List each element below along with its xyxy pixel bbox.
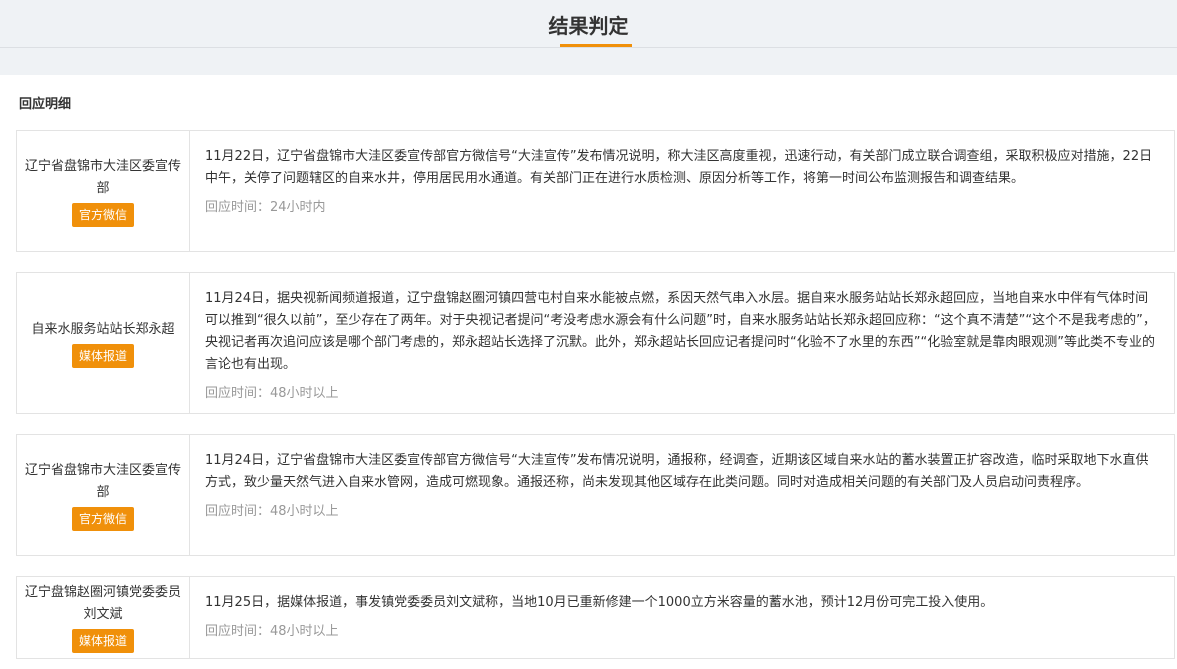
channel-badge: 官方微信 [71, 202, 134, 227]
response-source: 自来水服务站站长郑永超 媒体报道 [17, 273, 190, 413]
section-title: 回应明细 [19, 97, 72, 112]
source-name: 辽宁省盘锦市大洼区委宣传部 [24, 158, 181, 196]
response-body: 11月22日，辽宁省盘锦市大洼区委宣传部官方微信号“大洼宣传”发布情况说明，称大… [190, 131, 1174, 251]
response-card: 自来水服务站站长郑永超 媒体报道 11月24日，据央视新闻频道报道，辽宁盘锦赵圈… [16, 272, 1175, 414]
response-source: 辽宁盘锦赵圈河镇党委委员刘文斌 媒体报道 [17, 577, 190, 658]
page-header: 结果判定 [0, 0, 1177, 75]
channel-badge: 媒体报道 [71, 629, 134, 653]
response-card: 辽宁盘锦赵圈河镇党委委员刘文斌 媒体报道 11月25日，据媒体报道，事发镇党委委… [16, 576, 1175, 659]
response-time: 回应时间：24小时内 [205, 200, 326, 215]
response-content: 11月25日，据媒体报道，事发镇党委委员刘文斌称，当地10月已重新修建一个100… [205, 595, 994, 610]
response-body: 11月24日，据央视新闻频道报道，辽宁盘锦赵圈河镇四营屯村自来水能被点燃，系因天… [190, 273, 1174, 413]
response-body: 11月24日，辽宁省盘锦市大洼区委宣传部官方微信号“大洼宣传”发布情况说明，通报… [190, 435, 1174, 555]
response-card: 辽宁省盘锦市大洼区委宣传部 官方微信 11月22日，辽宁省盘锦市大洼区委宣传部官… [16, 130, 1175, 252]
response-source: 辽宁省盘锦市大洼区委宣传部 官方微信 [17, 131, 190, 251]
response-source: 辽宁省盘锦市大洼区委宣传部 官方微信 [17, 435, 190, 555]
response-content: 11月22日，辽宁省盘锦市大洼区委宣传部官方微信号“大洼宣传”发布情况说明，称大… [205, 149, 1153, 186]
response-time: 回应时间：48小时以上 [205, 624, 339, 639]
response-time: 回应时间：48小时以上 [205, 504, 339, 519]
source-name: 辽宁盘锦赵圈河镇党委委员刘文斌 [24, 585, 181, 622]
channel-badge: 官方微信 [71, 506, 134, 531]
response-body: 11月25日，据媒体报道，事发镇党委委员刘文斌称，当地10月已重新修建一个100… [190, 577, 1174, 658]
response-card: 辽宁省盘锦市大洼区委宣传部 官方微信 11月24日，辽宁省盘锦市大洼区委宣传部官… [16, 434, 1175, 556]
source-name: 辽宁省盘锦市大洼区委宣传部 [24, 462, 181, 500]
header-divider [0, 47, 1177, 48]
channel-badge: 媒体报道 [71, 343, 134, 368]
page-title: 结果判定 [548, 14, 629, 38]
response-content: 11月24日，辽宁省盘锦市大洼区委宣传部官方微信号“大洼宣传”发布情况说明，通报… [205, 453, 1149, 490]
source-name: 自来水服务站站长郑永超 [31, 321, 175, 337]
response-content: 11月24日，据央视新闻频道报道，辽宁盘锦赵圈河镇四营屯村自来水能被点燃，系因天… [205, 291, 1156, 372]
response-time: 回应时间：48小时以上 [205, 386, 339, 401]
